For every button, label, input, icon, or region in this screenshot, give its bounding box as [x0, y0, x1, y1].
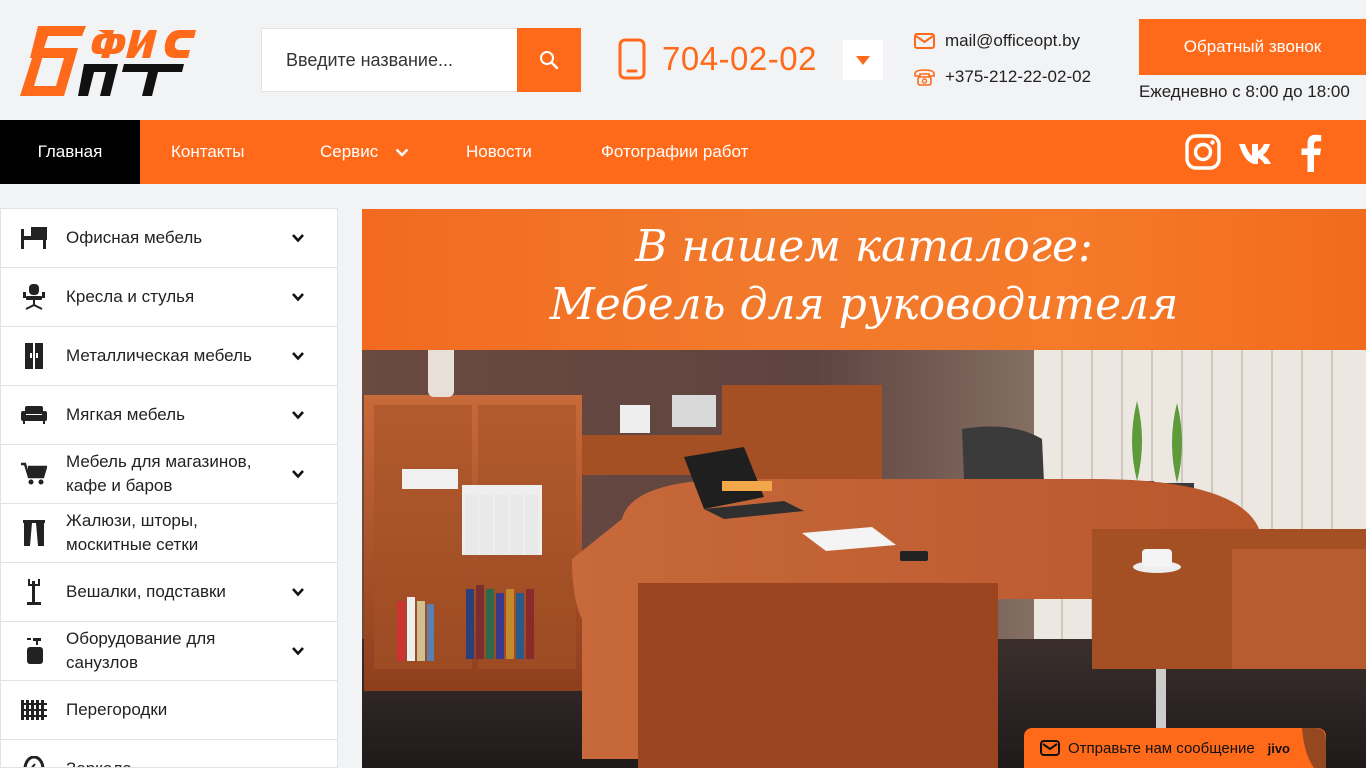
category-label: Мебель для магазинов, кафе и баров — [66, 452, 252, 495]
phone-block: 704-02-02 — [618, 38, 817, 80]
soap-dispenser-icon — [21, 638, 47, 664]
telephone-icon — [914, 69, 935, 86]
chat-widget[interactable]: Отправьте нам сообщение jivo — [1024, 728, 1326, 768]
banner-title-line2: Мебель для руководителя — [549, 279, 1179, 330]
office-chair-icon — [21, 284, 47, 310]
email-row: mail@officeopt.by — [914, 31, 1080, 51]
header: 704-02-02 mail@officeopt.by +375-212-22-… — [0, 0, 1366, 120]
nav-item-contacts[interactable]: Контакты — [171, 120, 244, 184]
caret-down-icon — [856, 55, 870, 65]
chevron-down-icon[interactable] — [290, 348, 306, 364]
chevron-down-icon[interactable] — [290, 230, 306, 246]
vk-icon[interactable] — [1238, 142, 1276, 164]
category-label: Офисная мебель — [66, 228, 203, 247]
chevron-down-icon[interactable] — [290, 584, 306, 600]
nav-label: Контакты — [171, 142, 245, 161]
blinds-icon — [21, 520, 47, 546]
phone-dropdown-button[interactable] — [843, 40, 883, 80]
mirror-icon — [21, 756, 47, 767]
nav-label: Фотографии работ — [601, 142, 749, 161]
category-label: Мягкая мебель — [66, 405, 185, 424]
chat-corner-decoration — [1302, 728, 1326, 768]
partition-icon — [21, 697, 47, 723]
chat-brand-logo: jivo — [1267, 740, 1290, 756]
category-item[interactable]: Кресла и стулья — [1, 268, 337, 327]
nav-item-home[interactable]: Главная — [0, 120, 140, 184]
chevron-down-icon[interactable] — [290, 466, 306, 482]
main-phone-number[interactable]: 704-02-02 — [662, 40, 817, 78]
chat-label: Отправьте нам сообщение — [1068, 739, 1255, 757]
search-input[interactable] — [261, 28, 517, 92]
category-item[interactable]: Мебель для магазинов, кафе и баров — [1, 445, 337, 504]
message-icon — [1040, 740, 1060, 756]
nav-label: Новости — [466, 142, 532, 161]
category-label: Зеркала — [66, 757, 281, 767]
category-label: Жалюзи, шторы, москитные сетки — [66, 511, 199, 554]
category-label: Металлическая мебель — [66, 346, 252, 365]
search-bar — [261, 28, 581, 92]
search-button[interactable] — [517, 28, 581, 92]
category-sidebar: Офисная мебель Кресла и стулья Металличе… — [0, 208, 338, 768]
chevron-down-icon[interactable] — [290, 407, 306, 423]
logo[interactable] — [20, 24, 234, 98]
main-nav: Главная Контакты Сервис Новости Фотограф… — [0, 120, 1366, 184]
coat-rack-icon — [21, 579, 47, 605]
category-item[interactable]: Оборудование для санузлов — [1, 622, 337, 681]
category-item[interactable]: Перегородки — [1, 681, 337, 740]
landline-number[interactable]: +375-212-22-02-02 — [945, 67, 1091, 87]
category-item[interactable]: Мягкая мебель — [1, 386, 337, 445]
working-hours: Ежедневно с 8:00 до 18:00 — [1139, 82, 1350, 101]
category-label: Перегородки — [66, 700, 168, 719]
mobile-phone-icon — [618, 38, 646, 80]
category-label: Вешалки, подставки — [66, 582, 226, 601]
category-item[interactable]: Вешалки, подставки — [1, 563, 337, 622]
facebook-icon[interactable] — [1299, 134, 1323, 172]
nav-item-news[interactable]: Новости — [466, 120, 532, 184]
instagram-icon[interactable] — [1185, 134, 1221, 170]
landline-row: +375-212-22-02-02 — [914, 67, 1091, 87]
banner-title-line1: В нашем каталоге: — [635, 221, 1093, 272]
chevron-down-icon — [395, 148, 409, 157]
category-item[interactable]: Жалюзи, шторы, москитные сетки — [1, 504, 337, 563]
chevron-down-icon[interactable] — [290, 289, 306, 305]
category-item[interactable]: Металлическая мебель — [1, 327, 337, 386]
desk-icon — [21, 225, 47, 251]
nav-item-photos[interactable]: Фотографии работ — [601, 120, 748, 184]
sofa-icon — [21, 402, 47, 428]
nav-item-service[interactable]: Сервис — [320, 120, 409, 184]
mail-icon — [914, 33, 935, 49]
hero-banner[interactable]: В нашем каталоге: Мебель для руководител… — [362, 209, 1366, 768]
nav-label: Главная — [37, 142, 103, 161]
email-link[interactable]: mail@officeopt.by — [945, 31, 1080, 51]
category-item[interactable]: Зеркала — [1, 740, 337, 767]
category-item[interactable]: Офисная мебель — [1, 209, 337, 268]
callback-button[interactable]: Обратный звонок — [1139, 19, 1366, 75]
nav-label: Сервис — [320, 142, 379, 161]
search-icon — [540, 51, 559, 70]
category-label: Оборудование для санузлов — [66, 629, 216, 672]
cart-icon — [21, 461, 47, 487]
category-label: Кресла и стулья — [66, 287, 195, 306]
chevron-down-icon[interactable] — [290, 643, 306, 659]
metal-cabinet-icon — [21, 343, 47, 369]
